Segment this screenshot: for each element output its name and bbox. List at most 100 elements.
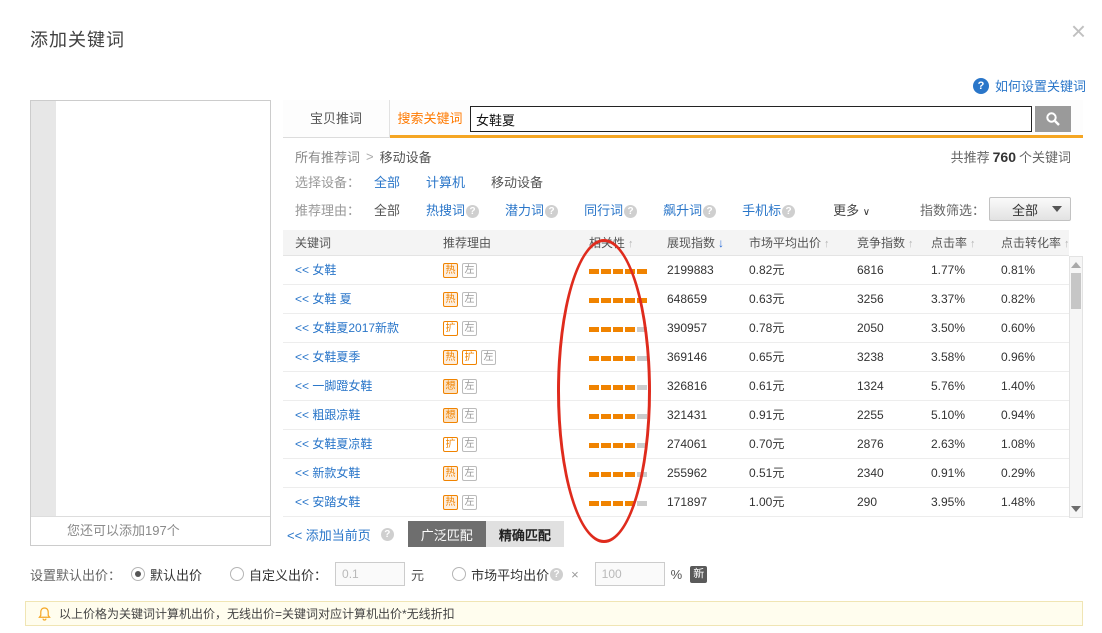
- reason-badge: 左: [462, 466, 477, 481]
- keyword-link[interactable]: << 新款女鞋: [295, 466, 360, 480]
- table-row: << 安踏女鞋热左1718971.00元2903.95%1.48%: [283, 488, 1069, 517]
- bell-icon: [38, 607, 51, 621]
- selected-keywords-gutter: [31, 101, 56, 516]
- market-percent-input[interactable]: [595, 562, 665, 586]
- scroll-down-arrow-icon[interactable]: [1071, 506, 1081, 512]
- relevance-segment: [637, 501, 647, 506]
- reason-option[interactable]: 手机标?: [742, 203, 795, 218]
- tab-item-recommend[interactable]: 宝贝推词: [283, 100, 390, 138]
- competition-cell: 3256: [857, 285, 931, 313]
- keyword-link[interactable]: << 一脚蹬女鞋: [295, 379, 372, 393]
- keyword-link[interactable]: << 女鞋夏凉鞋: [295, 437, 372, 451]
- close-icon[interactable]: ×: [1071, 18, 1086, 44]
- relevance-segment: [613, 356, 623, 361]
- reason-option[interactable]: 潜力词?: [505, 203, 558, 218]
- column-header[interactable]: 展现指数↓: [667, 230, 749, 255]
- index-filter-dropdown[interactable]: 全部: [989, 197, 1071, 221]
- cvr-cell: 0.82%: [1001, 285, 1069, 313]
- relevance-segment: [613, 269, 623, 274]
- search-input[interactable]: [470, 106, 1032, 132]
- keyword-cell: << 女鞋夏2017新款: [283, 314, 443, 342]
- custom-bid-radio[interactable]: [230, 567, 244, 581]
- exact-match-button[interactable]: 精确匹配: [486, 521, 564, 547]
- relevance-segment: [613, 385, 623, 390]
- column-header[interactable]: 点击率↑: [931, 230, 1001, 255]
- table-row: << 一脚蹬女鞋想左3268160.61元13245.76%1.40%: [283, 372, 1069, 401]
- search-button[interactable]: [1035, 106, 1071, 132]
- reason-help-icon[interactable]: ?: [466, 205, 479, 218]
- reason-option[interactable]: 同行词?: [584, 203, 637, 218]
- market-bid-radio[interactable]: [452, 567, 466, 581]
- default-bid-option: 默认出价: [131, 565, 202, 584]
- impressions-cell: 326816: [667, 372, 749, 400]
- reason-help-icon[interactable]: ?: [624, 205, 637, 218]
- market-bid-help-icon[interactable]: ?: [550, 568, 563, 581]
- reason-badges-cell: 想左: [443, 401, 571, 429]
- keyword-link[interactable]: << 安踏女鞋: [295, 495, 360, 509]
- more-filters-link[interactable]: 更多 ∨: [833, 200, 870, 219]
- reason-badge: 左: [462, 379, 477, 394]
- relevance-segment: [613, 472, 623, 477]
- keyword-cell: << 女鞋 夏: [283, 285, 443, 313]
- reason-badge: 扩: [462, 350, 477, 365]
- reason-help-icon[interactable]: ?: [782, 205, 795, 218]
- remaining-count-text: 您还可以添加197个: [31, 516, 270, 545]
- reason-option-label: 同行词: [584, 203, 623, 218]
- ctr-cell: 1.77%: [931, 256, 1001, 284]
- reason-option[interactable]: 全部: [374, 203, 400, 218]
- reason-badge: 左: [462, 321, 477, 336]
- device-option[interactable]: 移动设备: [491, 175, 543, 190]
- column-header[interactable]: 点击转化率↑: [1001, 230, 1069, 255]
- filters: 所有推荐词 > 移动设备 共推荐760个关键词 选择设备： 全部计算机移动设备 …: [283, 138, 1083, 224]
- help-link[interactable]: ? 如何设置关键词: [973, 76, 1086, 95]
- reason-badge: 左: [481, 350, 496, 365]
- relevance-cell: [571, 401, 667, 429]
- keyword-link[interactable]: << 女鞋夏2017新款: [295, 321, 399, 335]
- vertical-scrollbar[interactable]: [1069, 256, 1083, 518]
- impressions-cell: 321431: [667, 401, 749, 429]
- reason-badge: 左: [462, 437, 477, 452]
- breadcrumb-all-words[interactable]: 所有推荐词: [295, 147, 360, 166]
- ctr-cell: 3.95%: [931, 488, 1001, 516]
- column-header[interactable]: 市场平均出价↑: [749, 230, 857, 255]
- device-option[interactable]: 计算机: [426, 175, 465, 190]
- column-header[interactable]: 相关性↑: [571, 230, 667, 255]
- reason-options: 全部热搜词?潜力词?同行词?飙升词?手机标?: [374, 200, 821, 219]
- custom-bid-input[interactable]: [335, 562, 405, 586]
- keyword-link[interactable]: << 女鞋: [295, 263, 336, 277]
- scroll-up-arrow-icon[interactable]: [1071, 262, 1081, 268]
- competition-cell: 6816: [857, 256, 931, 284]
- relevance-segment: [637, 443, 647, 448]
- keyword-link[interactable]: << 女鞋夏季: [295, 350, 360, 364]
- impressions-cell: 369146: [667, 343, 749, 371]
- default-bid-radio[interactable]: [131, 567, 145, 581]
- tab-search-keywords[interactable]: 搜索关键词: [390, 100, 470, 138]
- column-header[interactable]: 竞争指数↑: [857, 230, 931, 255]
- reason-badges-cell: 热左: [443, 285, 571, 313]
- relevance-bars: [589, 257, 647, 284]
- reason-help-icon[interactable]: ?: [545, 205, 558, 218]
- reason-option[interactable]: 热搜词?: [426, 203, 479, 218]
- keyword-cell: << 女鞋夏凉鞋: [283, 430, 443, 458]
- market-bid-label: 市场平均出价: [471, 565, 549, 584]
- relevance-segment: [637, 385, 647, 390]
- table-row: << 新款女鞋热左2559620.51元23400.91%0.29%: [283, 459, 1069, 488]
- keyword-link[interactable]: << 粗跟凉鞋: [295, 408, 360, 422]
- cvr-cell: 0.94%: [1001, 401, 1069, 429]
- reason-option[interactable]: 飙升词?: [663, 203, 716, 218]
- device-option[interactable]: 全部: [374, 175, 400, 190]
- relevance-segment: [589, 327, 599, 332]
- table-footer: << 添加当前页 ? 广泛匹配 精确匹配: [283, 519, 1083, 549]
- table-row: << 粗跟凉鞋想左3214310.91元22555.10%0.94%: [283, 401, 1069, 430]
- relevance-bars: [589, 431, 647, 458]
- scrollbar-thumb[interactable]: [1071, 273, 1081, 309]
- tabbar: 宝贝推词 搜索关键词: [283, 100, 1083, 138]
- cvr-cell: 0.29%: [1001, 459, 1069, 487]
- relevance-segment: [589, 472, 599, 477]
- broad-match-button[interactable]: 广泛匹配: [408, 521, 486, 547]
- relevance-segment: [613, 501, 623, 506]
- add-page-help-icon[interactable]: ?: [381, 528, 394, 541]
- keyword-link[interactable]: << 女鞋 夏: [295, 292, 352, 306]
- add-current-page-link[interactable]: << 添加当前页: [287, 525, 371, 544]
- reason-help-icon[interactable]: ?: [703, 205, 716, 218]
